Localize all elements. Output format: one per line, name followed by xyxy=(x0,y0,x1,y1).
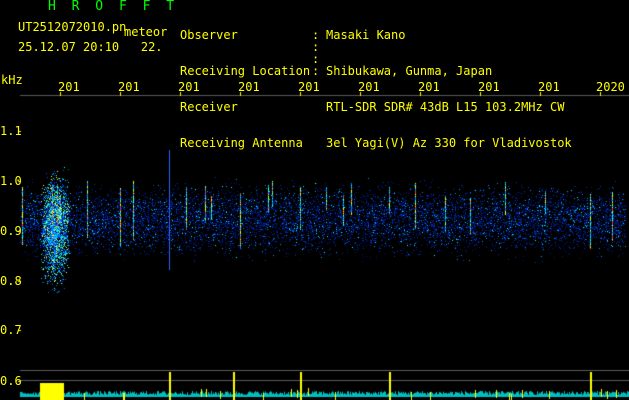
info-value-observer: Masaki Kano xyxy=(326,28,406,42)
x-tick-label: 201 xyxy=(58,80,80,94)
x-tick-label: 201 xyxy=(358,80,380,94)
info-label-receiver: Receiver xyxy=(180,100,238,114)
y-tick-label: 1.1 xyxy=(0,124,22,138)
info-label-location: Receiving Location xyxy=(180,64,311,78)
info-value-receiver: RTL-SDR SDR# 43dB L15 103.2MHz CW xyxy=(326,100,565,114)
x-tick-label: 201 xyxy=(238,80,260,94)
y-tick-label: 0.9 xyxy=(0,224,22,238)
info-colons: :::: xyxy=(312,28,320,78)
y-tick-label: 0.8 xyxy=(0,274,22,288)
y-axis-unit: kHz xyxy=(1,73,23,87)
info-label-observer: Observer xyxy=(180,28,238,42)
info-value-antenna: 3el Yagi(V) Az 330 for Vladivostok xyxy=(326,136,572,150)
x-tick-label: 201 xyxy=(178,80,200,94)
datetime-label: 25.12.07 20:10 22. xyxy=(18,41,163,53)
y-tick-label: 1.0 xyxy=(0,174,22,188)
file-name: UT2512072010.pn xyxy=(18,20,127,34)
x-tick-label: 201 xyxy=(418,80,440,94)
x-tick-label: 201 xyxy=(118,80,140,94)
brand-title: H R O F F T xyxy=(48,0,179,14)
x-tick-label: 2020 xyxy=(596,80,625,94)
y-tick-label: 0.7 xyxy=(0,323,22,337)
x-tick-label: 201 xyxy=(538,80,560,94)
info-label-antenna: Receiving Antenna xyxy=(180,136,303,150)
x-tick-label: 201 xyxy=(478,80,500,94)
info-value-location: Shibukawa, Gunma, Japan xyxy=(326,64,493,78)
meteor-label: meteor xyxy=(124,25,168,39)
y-tick-label: 0.6 xyxy=(0,374,22,388)
x-tick-label: 201 xyxy=(298,80,320,94)
datetime-value: 25.12.07 20:10 xyxy=(18,40,120,54)
datetime-suffix: 22. xyxy=(140,40,163,54)
